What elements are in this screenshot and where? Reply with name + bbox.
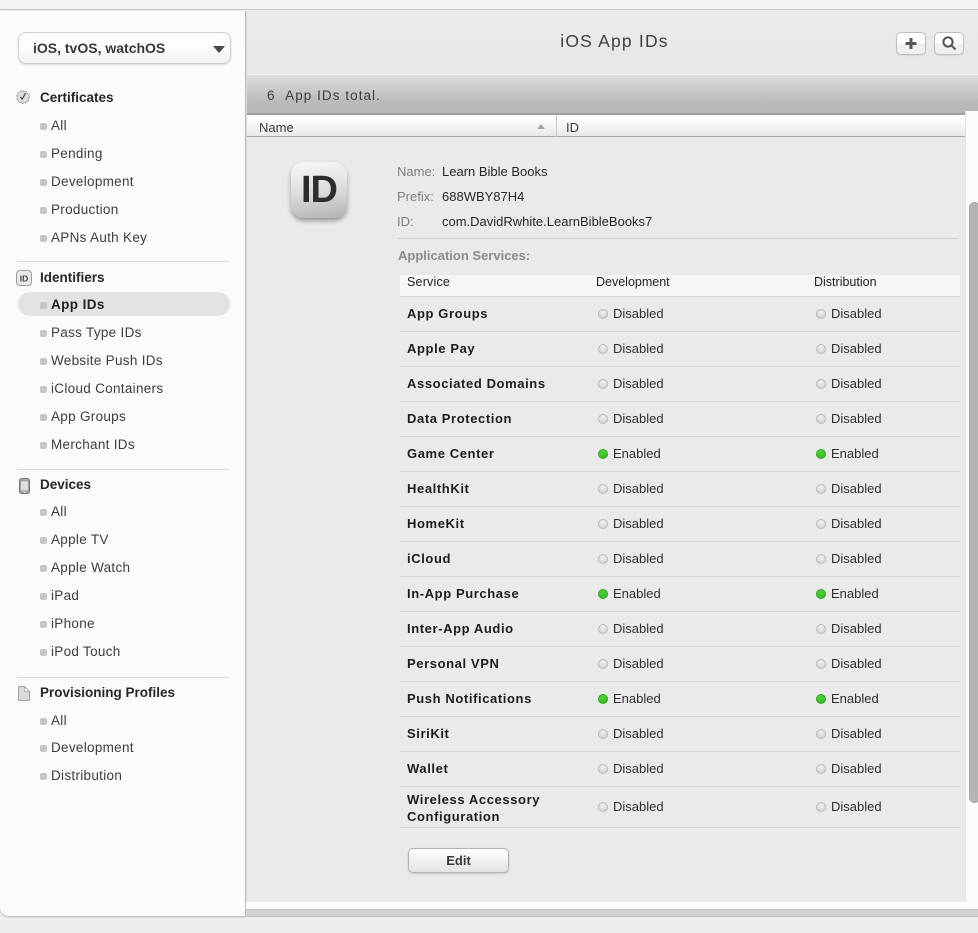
svg-text:ID: ID	[20, 273, 29, 283]
